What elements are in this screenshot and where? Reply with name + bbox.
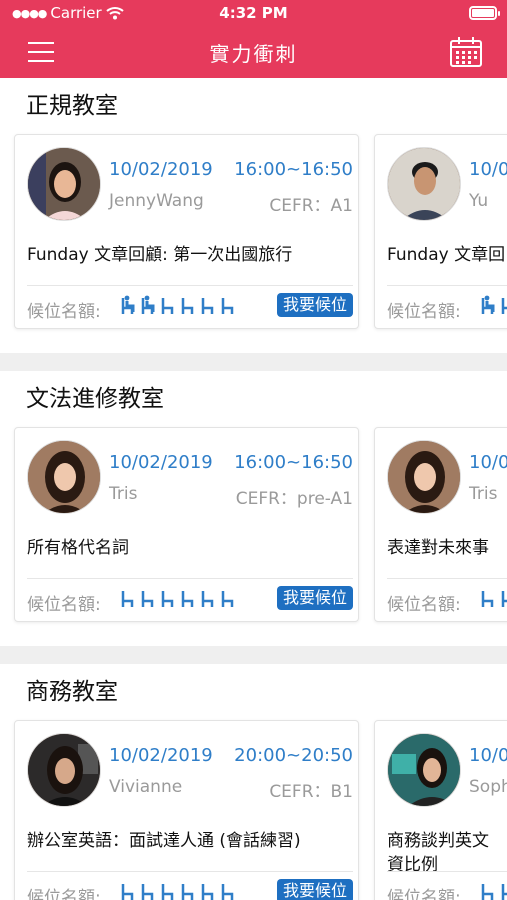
class-topic: 所有格代名詞 <box>27 538 129 558</box>
class-time: 16:00~16:50 <box>234 159 353 180</box>
empty-seat-icon <box>181 591 194 607</box>
empty-seat-icon <box>161 884 174 900</box>
teacher-avatar <box>387 440 461 514</box>
class-date: 10/02/2019 <box>109 159 213 180</box>
empty-seat-icon <box>181 884 194 900</box>
divider <box>27 578 353 579</box>
class-time: 20:00~20:50 <box>234 745 353 766</box>
class-card[interactable]: 10/0 Tris 表達對未來事 候位名額: <box>374 427 507 622</box>
section-grammar-classroom: 文法進修教室 10/02/2019 16:00~16:50 Tris CEFR：… <box>0 371 507 661</box>
waitlist-seats-label: 候位名額: <box>387 595 461 615</box>
waitlist-seats-label: 候位名額: <box>27 595 101 615</box>
cefr-level: CEFR：A1 <box>269 196 353 216</box>
class-topic: 表達對未來事 <box>387 538 489 558</box>
empty-seat-icon <box>121 591 134 607</box>
class-topic: Funday 文章回 <box>387 245 506 265</box>
empty-seat-icon <box>501 591 507 607</box>
class-date: 10/02/2019 <box>109 745 213 766</box>
class-time: 16:00~16:50 <box>234 452 353 473</box>
waitlist-seats-label: 候位名額: <box>27 302 101 322</box>
section-regular-classroom: 正規教室 10/02/2019 16:00~16:50 JennyWang CE… <box>0 78 507 368</box>
calendar-icon[interactable] <box>449 36 483 68</box>
empty-seat-icon <box>161 591 174 607</box>
status-bar: ●●●● Carrier 4:32 PM <box>0 0 507 26</box>
seat-icons <box>119 881 237 900</box>
seat-icons <box>119 588 237 608</box>
class-topic: 商務談判英文 資比例 <box>387 831 489 875</box>
teacher-avatar <box>27 733 101 807</box>
class-card[interactable]: 10/0 Soph 商務談判英文 資比例 候位名額: <box>374 720 507 900</box>
waitlist-button[interactable]: 我要候位 <box>276 586 353 610</box>
waitlist-button[interactable]: 我要候位 <box>276 879 353 900</box>
battery-icon <box>469 6 500 20</box>
empty-seat-icon <box>201 298 214 314</box>
seat-icons <box>119 295 237 315</box>
seat-icons <box>479 295 507 315</box>
section-business-classroom: 商務教室 10/02/2019 20:00~20:50 Vivianne CEF… <box>0 664 507 900</box>
section-title: 文法進修教室 <box>26 386 164 412</box>
section-divider <box>0 353 507 371</box>
waitlist-seats-label: 候位名額: <box>27 888 101 900</box>
occupied-seat-icon <box>121 295 135 314</box>
empty-seat-icon <box>121 884 134 900</box>
divider <box>27 285 353 286</box>
class-date: 10/0 <box>469 745 507 766</box>
empty-seat-icon <box>221 884 234 900</box>
empty-seat-icon <box>201 591 214 607</box>
teacher-name: Tris <box>109 484 138 504</box>
teacher-name: Yu <box>469 191 489 211</box>
empty-seat-icon <box>481 591 494 607</box>
nav-bar: 實力衝刺 <box>0 26 507 78</box>
teacher-name: JennyWang <box>109 191 204 211</box>
status-time: 4:32 PM <box>219 4 288 22</box>
empty-seat-icon <box>221 298 234 314</box>
class-card[interactable]: 10/02/2019 20:00~20:50 Vivianne CEFR：B1 … <box>14 720 359 900</box>
divider <box>387 871 507 872</box>
occupied-seat-icon <box>481 295 495 314</box>
app-header: ●●●● Carrier 4:32 PM 實力衝刺 <box>0 0 507 78</box>
class-card[interactable]: 10/02/2019 16:00~16:50 JennyWang CEFR：A1… <box>14 134 359 329</box>
teacher-avatar <box>27 147 101 221</box>
empty-seat-icon <box>501 298 507 314</box>
empty-seat-icon <box>201 884 214 900</box>
seat-icons <box>479 588 507 608</box>
class-date: 10/0 <box>469 452 507 473</box>
teacher-avatar <box>387 733 461 807</box>
class-card[interactable]: 10/02/2019 16:00~16:50 Tris CEFR：pre-A1 … <box>14 427 359 622</box>
waitlist-seats-label: 候位名額: <box>387 302 461 322</box>
class-date: 10/02/2019 <box>109 452 213 473</box>
empty-seat-icon <box>481 884 494 900</box>
cefr-level: CEFR：pre-A1 <box>235 489 353 509</box>
teacher-avatar <box>387 147 461 221</box>
empty-seat-icon <box>141 591 154 607</box>
empty-seat-icon <box>181 298 194 314</box>
section-divider <box>0 646 507 664</box>
teacher-name: Soph <box>469 777 507 797</box>
waitlist-button[interactable]: 我要候位 <box>276 293 353 317</box>
class-topic: 辦公室英語：面試達人通 (會話練習) <box>27 831 301 851</box>
empty-seat-icon <box>501 884 507 900</box>
divider <box>387 578 507 579</box>
page-title: 實力衝刺 <box>209 42 298 66</box>
cefr-level: CEFR：B1 <box>269 782 353 802</box>
occupied-seat-icon <box>141 295 155 314</box>
section-title: 商務教室 <box>26 679 118 705</box>
class-date: 10/0 <box>469 159 507 180</box>
teacher-name: Tris <box>469 484 498 504</box>
teacher-name: Vivianne <box>109 777 183 797</box>
divider <box>387 285 507 286</box>
waitlist-seats-label: 候位名額: <box>387 888 461 900</box>
teacher-avatar <box>27 440 101 514</box>
class-topic: Funday 文章回顧: 第一次出國旅行 <box>27 245 293 265</box>
empty-seat-icon <box>221 591 234 607</box>
seat-icons <box>479 881 507 900</box>
empty-seat-icon <box>141 884 154 900</box>
empty-seat-icon <box>161 298 174 314</box>
class-card[interactable]: 10/0 Yu Funday 文章回 候位名額: <box>374 134 507 329</box>
divider <box>27 871 353 872</box>
section-title: 正規教室 <box>26 93 118 119</box>
classroom-list[interactable]: 正規教室 10/02/2019 16:00~16:50 JennyWang CE… <box>0 78 507 900</box>
